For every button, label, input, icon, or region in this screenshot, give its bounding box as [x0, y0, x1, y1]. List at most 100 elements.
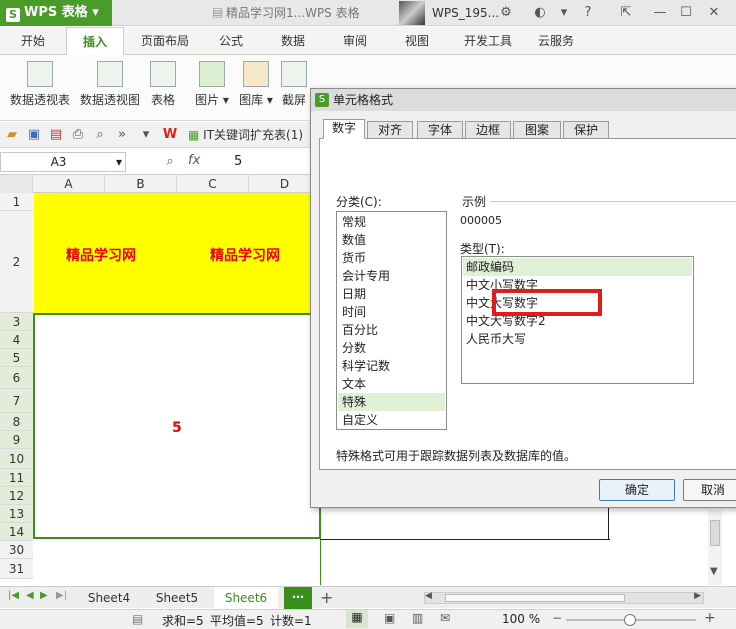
tab-developer[interactable]: 开发工具 — [456, 27, 520, 55]
wps-w-icon[interactable]: W — [162, 127, 178, 143]
row-header[interactable]: 10 — [0, 449, 33, 469]
row-header[interactable]: 6 — [0, 367, 33, 389]
file-tab[interactable]: ▦ IT关键词扩充表(1) — [188, 125, 303, 145]
horizontal-scrollbar[interactable]: ◀ ▶ — [424, 591, 704, 604]
fx-icon[interactable]: fx — [188, 153, 200, 168]
page-layout-icon[interactable]: ▣ — [384, 611, 395, 625]
category-item[interactable]: 日期 — [338, 285, 445, 303]
row-header[interactable]: 9 — [0, 431, 33, 449]
row-header[interactable]: 13 — [0, 505, 33, 523]
app-menu-button[interactable]: S WPS 表格 ▾ — [0, 0, 112, 26]
scrollbar-thumb[interactable] — [445, 594, 625, 602]
screenshot-button[interactable]: 截屏 — [280, 61, 308, 108]
category-item[interactable]: 科学记数 — [338, 357, 445, 375]
dialog-tab-font[interactable]: 字体 — [417, 121, 463, 139]
category-item[interactable]: 自定义 — [338, 411, 445, 429]
sheet-tab-active[interactable]: Sheet6 — [214, 587, 278, 609]
preview-icon[interactable]: ⌕ — [92, 127, 108, 143]
zoom-slider-thumb[interactable] — [624, 614, 636, 626]
gallery-button[interactable]: 图库 ▾ — [236, 61, 276, 108]
minimize-icon[interactable]: — — [652, 5, 668, 21]
normal-view-icon[interactable]: ▦ — [346, 610, 368, 628]
column-header[interactable]: C — [177, 175, 249, 193]
row-header[interactable]: 8 — [0, 413, 33, 431]
row-header[interactable]: 12 — [0, 487, 33, 505]
search-icon[interactable]: ⌕ — [162, 154, 178, 170]
row-header[interactable]: 30 — [0, 541, 33, 559]
row-header[interactable]: 5 — [0, 349, 33, 367]
tab-data[interactable]: 数据 — [270, 27, 316, 55]
dialog-tab-protection[interactable]: 保护 — [563, 121, 609, 139]
pivot-chart-button[interactable]: 数据透视图 — [78, 61, 142, 108]
type-item[interactable]: 人民币大写 — [463, 330, 692, 348]
column-header[interactable]: B — [105, 175, 177, 193]
column-header[interactable]: A — [33, 175, 105, 193]
row-header[interactable]: 14 — [0, 523, 33, 541]
type-list[interactable]: 邮政编码 中文小写数字 中文大写数字 中文大写数字2 人民币大写 — [461, 256, 694, 384]
name-box[interactable]: A3 ▾ — [0, 152, 126, 172]
dialog-tab-number[interactable]: 数字 — [323, 119, 365, 139]
select-all-corner[interactable] — [0, 175, 33, 193]
sheet-tab[interactable]: Sheet4 — [80, 587, 138, 609]
row-header[interactable]: 11 — [0, 469, 33, 487]
tab-insert[interactable]: 插入 — [66, 27, 124, 55]
tab-review[interactable]: 审阅 — [332, 27, 378, 55]
zoom-out-icon[interactable]: − — [552, 611, 562, 625]
last-sheet-icon[interactable]: ▶| — [56, 590, 67, 601]
row-header[interactable]: 2 — [0, 211, 33, 313]
scroll-down-icon[interactable]: ▼ — [710, 566, 718, 577]
tab-home[interactable]: 开始 — [8, 27, 58, 55]
reading-mode-icon[interactable]: ✉ — [440, 611, 450, 625]
open-icon[interactable]: ▰ — [4, 127, 20, 143]
pdf-icon[interactable]: ▤ — [48, 127, 64, 143]
category-list[interactable]: 常规 数值 货币 会计专用 日期 时间 百分比 分数 科学记数 文本 特殊 自定… — [336, 211, 447, 430]
category-item[interactable]: 时间 — [338, 303, 445, 321]
tab-cloud[interactable]: 云服务 — [530, 27, 582, 55]
vertical-scrollbar[interactable]: ▼ — [708, 510, 722, 585]
row-header[interactable]: 31 — [0, 559, 33, 579]
ok-button[interactable]: 确定 — [599, 479, 675, 501]
skin-icon[interactable]: ◐ — [532, 5, 548, 21]
sheet-tab[interactable]: Sheet5 — [148, 587, 206, 609]
help-icon[interactable]: ? — [580, 5, 596, 21]
shirt-icon[interactable]: ▾ — [556, 5, 572, 21]
page-break-icon[interactable]: ▥ — [412, 611, 423, 625]
print-icon[interactable]: ⎙ — [70, 127, 86, 143]
row-header[interactable]: 3 — [0, 313, 33, 331]
avatar[interactable] — [399, 1, 425, 25]
scroll-left-icon[interactable]: ◀ — [425, 591, 432, 601]
more-icon[interactable]: » — [114, 127, 130, 143]
first-sheet-icon[interactable]: |◀ — [8, 590, 19, 601]
dialog-tab-pattern[interactable]: 图案 — [513, 121, 561, 139]
picture-button[interactable]: 图片 ▾ — [192, 61, 232, 108]
dialog-tab-alignment[interactable]: 对齐 — [367, 121, 413, 139]
category-item-selected[interactable]: 特殊 — [338, 393, 445, 411]
prev-sheet-icon[interactable]: ◀ — [26, 590, 34, 601]
category-item[interactable]: 文本 — [338, 375, 445, 393]
formula-input[interactable]: 5 — [234, 152, 242, 172]
zoom-in-icon[interactable]: + — [704, 610, 716, 626]
tab-page-layout[interactable]: 页面布局 — [132, 27, 198, 55]
table-button[interactable]: 表格 — [146, 61, 180, 108]
close-icon[interactable]: ✕ — [706, 5, 722, 21]
maximize-icon[interactable]: ☐ — [678, 5, 694, 21]
more-sheets-icon[interactable]: ⋯ — [284, 587, 312, 609]
category-item[interactable]: 分数 — [338, 339, 445, 357]
pivot-table-button[interactable]: 数据透视表 — [8, 61, 72, 108]
category-item[interactable]: 数值 — [338, 231, 445, 249]
add-sheet-icon[interactable]: + — [320, 588, 333, 607]
category-item[interactable]: 会计专用 — [338, 267, 445, 285]
restore-icon[interactable]: ⇱ — [618, 5, 634, 21]
row-header[interactable]: 4 — [0, 331, 33, 349]
category-item[interactable]: 常规 — [338, 213, 445, 231]
scroll-right-icon[interactable]: ▶ — [694, 591, 701, 601]
row-header[interactable]: 1 — [0, 193, 33, 211]
tab-view[interactable]: 视图 — [394, 27, 440, 55]
dialog-tab-border[interactable]: 边框 — [465, 121, 511, 139]
zoom-level[interactable]: 100 % — [502, 612, 540, 626]
user-name[interactable]: WPS_195... — [432, 0, 499, 26]
chevron-down-icon[interactable]: ▾ — [138, 127, 154, 143]
cancel-button[interactable]: 取消 — [683, 479, 736, 501]
save-icon[interactable]: ▣ — [26, 127, 42, 143]
dialog-title-bar[interactable]: S 单元格格式 — [311, 89, 736, 111]
